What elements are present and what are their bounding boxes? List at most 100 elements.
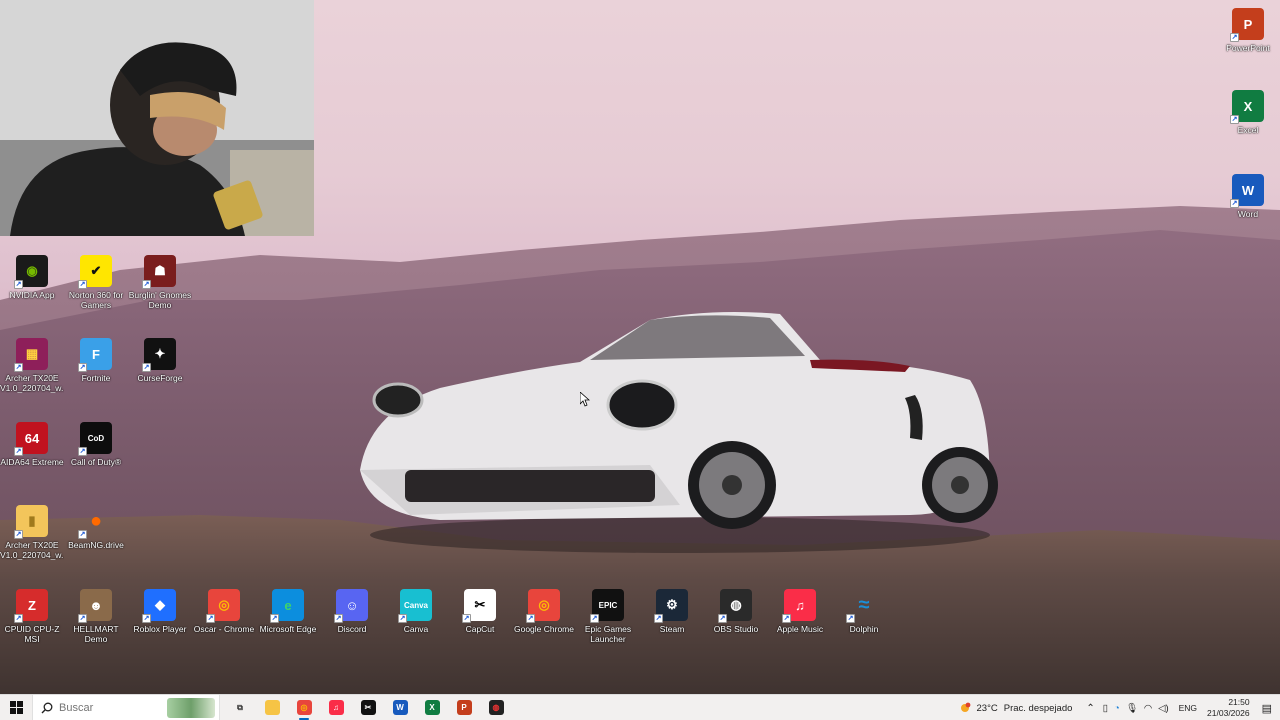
desktop-icon-label: Call of Duty® — [70, 457, 122, 467]
desktop-icon-powerpoint[interactable]: P ↗ PowerPoint — [1216, 8, 1280, 53]
desktop-icon-label: BeamNG.drive — [68, 540, 124, 550]
desktop-icon-label: HELLMART Demo — [73, 624, 119, 644]
shortcut-arrow-icon: ↗ — [142, 280, 151, 289]
desktop-icon-archer-tx20e-v1-0-220704-w[interactable]: ▦ ↗ Archer TX20E V1.0_220704_w... — [0, 338, 64, 393]
desktop-icon-label: Dolphin — [849, 624, 879, 634]
search-icon — [41, 702, 53, 713]
clock[interactable]: 21:50 21/03/2026 — [1207, 697, 1250, 719]
chevron-up-icon[interactable]: ⌃ — [1086, 703, 1094, 714]
call-of-duty-icon: CoD ↗ — [78, 422, 112, 456]
desktop-icon-cpuid-cpu-z-msi[interactable]: Z ↗ CPUID CPU-Z MSI — [0, 589, 64, 644]
desktop-icon-label: CurseForge — [137, 373, 183, 383]
desktop-icon-dolphin[interactable]: ≈ ↗ Dolphin — [832, 589, 896, 634]
tray-network-shield-icon[interactable]: ◔ — [1114, 703, 1120, 714]
burglin-gnomes-demo-icon: ☗ ↗ — [142, 255, 176, 289]
notification-icon[interactable]: ▤ — [1262, 702, 1272, 715]
aida64-extreme-icon: 64 ↗ — [14, 422, 48, 456]
taskbar-app-apple-music[interactable]: ♫ — [320, 695, 352, 720]
desktop-icon-label: Word — [1237, 209, 1259, 219]
taskbar-app-excel[interactable]: X — [416, 695, 448, 720]
desktop-icon-burglin-gnomes-demo[interactable]: ☗ ↗ Burglin' Gnomes Demo — [128, 255, 192, 310]
shortcut-arrow-icon: ↗ — [14, 280, 23, 289]
desktop-icon-discord[interactable]: ☺ ↗ Discord — [320, 589, 384, 634]
microsoft-edge-icon: e ↗ — [270, 589, 304, 623]
shortcut-arrow-icon: ↗ — [782, 614, 791, 623]
desktop-icon-word[interactable]: W ↗ Word — [1216, 174, 1280, 219]
start-button[interactable] — [0, 696, 32, 720]
language-indicator[interactable]: ENG — [1179, 703, 1197, 713]
nvidia-app-icon: ◉ ↗ — [14, 255, 48, 289]
shortcut-arrow-icon: ↗ — [78, 614, 87, 623]
desktop-icon-aida64-extreme[interactable]: 64 ↗ AIDA64 Extreme — [0, 422, 64, 467]
clock-time: 21:50 — [1228, 697, 1250, 707]
desktop-icon-fortnite[interactable]: F ↗ Fortnite — [64, 338, 128, 383]
desktop-icon-canva[interactable]: Canva ↗ Canva — [384, 589, 448, 634]
webcam-person-image — [0, 0, 314, 236]
shortcut-arrow-icon: ↗ — [846, 614, 855, 623]
shortcut-arrow-icon: ↗ — [718, 614, 727, 623]
desktop-icon-roblox-player[interactable]: ◆ ↗ Roblox Player — [128, 589, 192, 634]
mouse-cursor — [580, 392, 590, 407]
desktop-icon-apple-music[interactable]: ♫ ↗ Apple Music — [768, 589, 832, 634]
desktop-icon-label: Epic Games Launcher — [584, 624, 632, 644]
wifi-icon[interactable]: ◠ — [1144, 703, 1152, 714]
speaker-icon[interactable]: ◁) — [1158, 703, 1168, 714]
desktop-icon-norton-360-for-gamers[interactable]: ✔ ↗ Norton 360 for Gamers — [64, 255, 128, 310]
desktop-icon-obs-studio[interactable]: ◍ ↗ OBS Studio — [704, 589, 768, 634]
desktop-icon-excel[interactable]: X ↗ Excel — [1216, 90, 1280, 135]
desktop-icon-capcut[interactable]: ✂ ↗ CapCut — [448, 589, 512, 634]
shortcut-arrow-icon: ↗ — [78, 280, 87, 289]
taskbar-app-file-explorer[interactable]: ▬ — [256, 695, 288, 720]
shortcut-arrow-icon: ↗ — [398, 614, 407, 623]
desktop-icon-label: Archer TX20E V1.0_220704_w... — [0, 373, 64, 393]
taskbar-app-task-view[interactable]: ⧉ — [224, 695, 256, 720]
obs-studio-icon: ◍ ↗ — [718, 589, 752, 623]
taskbar-app-powerpoint[interactable]: P — [448, 695, 480, 720]
desktop-icon-call-of-duty[interactable]: CoD ↗ Call of Duty® — [64, 422, 128, 467]
cpuid-cpu-z-msi-icon: Z ↗ — [14, 589, 48, 623]
weather-widget[interactable]: 23°C Prac. despejado — [958, 701, 1073, 715]
tray-device-icon[interactable]: ▯ — [1103, 703, 1108, 714]
desktop-icon-label: Discord — [337, 624, 367, 634]
desktop-icon-curseforge[interactable]: ✦ ↗ CurseForge — [128, 338, 192, 383]
taskbar: ⧉ ▬ ◎ ♫ ✂ W X P ◍ 23°C Prac. despejado ⌃ ▯ ◔ 🎙 ◠… — [0, 694, 1280, 720]
desktop-icon-google-chrome[interactable]: ◎ ↗ Google Chrome — [512, 589, 576, 634]
microphone-icon[interactable]: 🎙 — [1126, 703, 1138, 714]
capcut-icon: ✂ — [360, 700, 376, 715]
capcut-icon: ✂ ↗ — [462, 589, 496, 623]
weather-temp: 23°C — [976, 702, 998, 714]
desktop-icon-oscar-chrome[interactable]: ◎ ↗ Oscar - Chrome — [192, 589, 256, 634]
desktop-icon-hellmart-demo[interactable]: ☻ ↗ HELLMART Demo — [64, 589, 128, 644]
desktop-icon-label: Norton 360 for Gamers — [68, 290, 124, 310]
chrome-icon: ◎ — [296, 700, 312, 715]
desktop-icon-nvidia-app[interactable]: ◉ ↗ NVIDIA App — [0, 255, 64, 300]
desktop-icon-beamng-drive[interactable]: ● ↗ BeamNG.drive — [64, 505, 128, 551]
beamng-drive-icon: ● ↗ — [78, 509, 103, 539]
clock-date: 21/03/2026 — [1207, 708, 1250, 718]
shortcut-arrow-icon: ↗ — [270, 614, 279, 623]
shortcut-arrow-icon: ↗ — [654, 614, 663, 623]
excel-icon: X ↗ — [1230, 90, 1264, 124]
oscar-chrome-icon: ◎ ↗ — [206, 589, 240, 623]
excel-icon: X — [424, 700, 440, 715]
shortcut-arrow-icon: ↗ — [142, 614, 151, 623]
steam-icon: ⚙ ↗ — [654, 589, 688, 623]
file-explorer-icon: ▬ — [264, 700, 280, 715]
desktop-icon-steam[interactable]: ⚙ ↗ Steam — [640, 589, 704, 634]
shortcut-arrow-icon: ↗ — [526, 614, 535, 623]
desktop-icon-epic-games-launcher[interactable]: EPIC ↗ Epic Games Launcher — [576, 589, 640, 644]
search-input[interactable] — [59, 701, 169, 714]
taskbar-search-box[interactable] — [32, 694, 220, 720]
shortcut-arrow-icon: ↗ — [14, 363, 23, 372]
shortcut-arrow-icon: ↗ — [1230, 33, 1239, 42]
taskbar-app-obs[interactable]: ◍ — [480, 695, 512, 720]
archer-tx20e-v1-0-220704-w-icon: ▦ ↗ — [14, 338, 48, 372]
powerpoint-icon: P — [456, 700, 472, 715]
weather-text: Prac. despejado — [1003, 702, 1073, 714]
taskbar-app-capcut[interactable]: ✂ — [352, 695, 384, 720]
desktop-icon-archer-tx20e-v1-0-220704-w[interactable]: ▮ ↗ Archer TX20E V1.0_220704_w... — [0, 505, 64, 560]
desktop-icon-microsoft-edge[interactable]: e ↗ Microsoft Edge — [256, 589, 320, 634]
shortcut-arrow-icon: ↗ — [206, 614, 215, 623]
taskbar-app-word[interactable]: W — [384, 695, 416, 720]
taskbar-app-chrome[interactable]: ◎ — [288, 695, 320, 720]
